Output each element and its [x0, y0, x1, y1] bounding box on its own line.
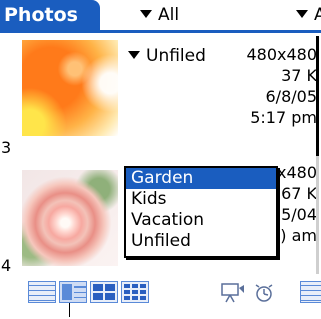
photo-size: 67 K: [281, 184, 317, 203]
photo-resolution: 480x480: [246, 45, 317, 64]
detail-lines: [74, 284, 86, 300]
thumbnail-large-view-icon[interactable]: [90, 281, 118, 303]
list-view-icon[interactable]: [28, 281, 56, 303]
sort-picker-label: Al: [314, 5, 321, 25]
timer-icon[interactable]: [251, 282, 277, 304]
photo-category: Unfiled: [146, 46, 206, 66]
category-popup-list[interactable]: Garden Kids Vacation Unfiled: [124, 166, 278, 258]
chevron-down-icon: [140, 10, 152, 18]
projector-icon: [221, 283, 244, 303]
photo-details: x480 67 K 5/04 ) am: [277, 162, 317, 246]
photo-thumbnail[interactable]: [22, 170, 118, 266]
photo-date: 5/04: [281, 205, 317, 224]
detail-thumb: [62, 284, 72, 300]
popup-option-garden[interactable]: Garden: [126, 168, 276, 189]
photo-date: 6/8/05: [265, 87, 318, 106]
slideshow-icon[interactable]: [220, 282, 246, 304]
photo-time: ) am: [280, 226, 317, 245]
photo-size: 37 K: [281, 66, 317, 85]
menu-icon[interactable]: [300, 281, 321, 303]
scrollbar-thumb[interactable]: [316, 36, 319, 156]
photo-thumbnail[interactable]: [22, 40, 118, 136]
app-title[interactable]: Photos: [0, 0, 100, 31]
popup-option-unfiled[interactable]: Unfiled: [126, 231, 276, 252]
grid-small-icon: [124, 284, 146, 300]
photo-details: 480x480 37 K 6/8/05 5:17 pm: [246, 44, 317, 128]
photo-resolution: x480: [276, 163, 317, 182]
category-picker-label: All: [158, 5, 180, 25]
thumbnail-small-view-icon[interactable]: [121, 281, 149, 303]
photo-index: 3: [1, 138, 12, 157]
clock-icon: [255, 284, 273, 302]
chevron-down-icon: [128, 51, 140, 59]
photo-index: 4: [1, 256, 12, 275]
popup-option-vacation[interactable]: Vacation: [126, 210, 276, 231]
chevron-down-icon: [296, 10, 308, 18]
photo-category-picker[interactable]: Unfiled: [128, 46, 206, 66]
photo-time: 5:17 pm: [250, 108, 317, 127]
stylus-pointer: [69, 303, 70, 317]
popup-option-kids[interactable]: Kids: [126, 189, 276, 210]
detail-view-icon[interactable]: [59, 281, 87, 303]
sort-picker[interactable]: Al: [296, 0, 321, 31]
category-picker[interactable]: All: [140, 0, 179, 31]
grid-large-icon: [93, 284, 115, 300]
